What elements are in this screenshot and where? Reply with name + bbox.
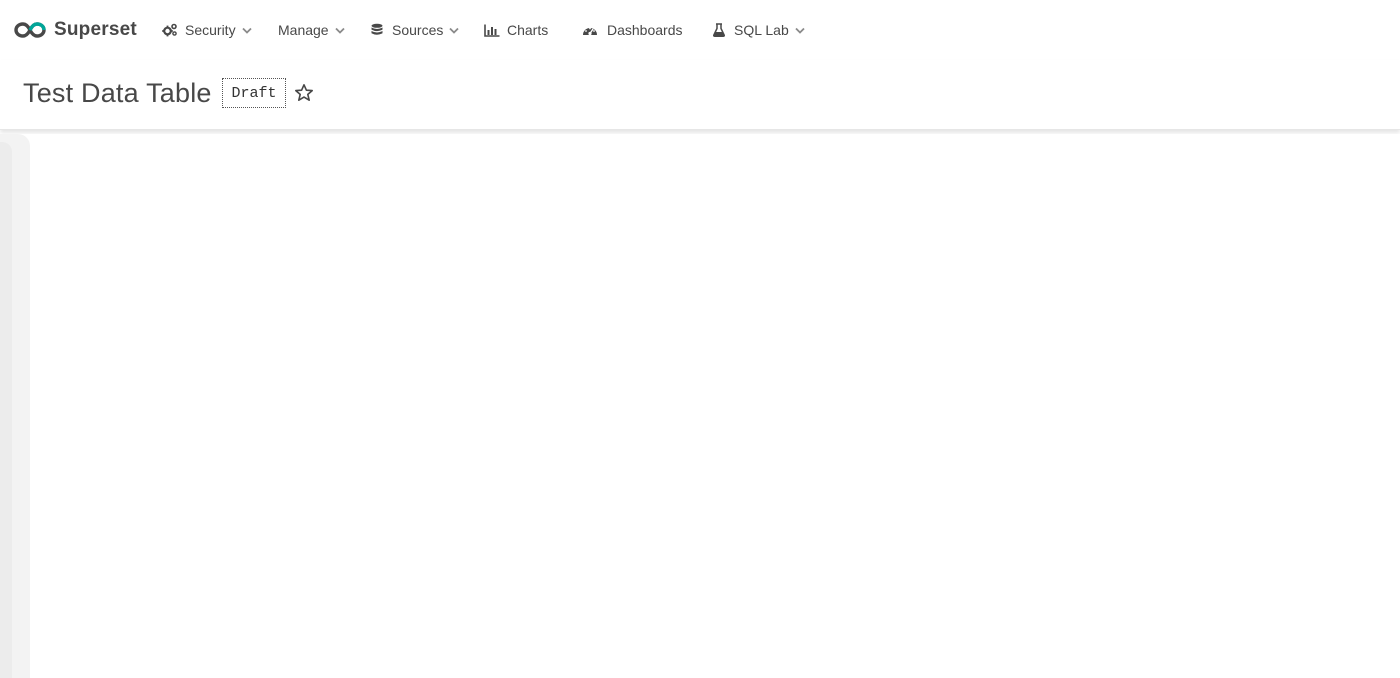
- nav-dashboards[interactable]: Dashboards: [582, 20, 683, 40]
- nav-manage[interactable]: Manage: [278, 20, 345, 40]
- nav-charts-label: Charts: [507, 22, 549, 38]
- database-icon: [369, 23, 385, 37]
- chevron-down-icon: [795, 25, 805, 35]
- brand-link[interactable]: Superset: [14, 18, 137, 42]
- nav-charts[interactable]: Charts: [484, 20, 548, 40]
- nav-dashboards-label: Dashboards: [607, 22, 683, 38]
- infinity-logo-icon: [14, 22, 46, 38]
- bar-chart-icon: [484, 23, 500, 37]
- status-badge[interactable]: Draft: [222, 78, 286, 108]
- cogs-icon: [162, 23, 178, 37]
- nav-sources-label: Sources: [392, 22, 444, 38]
- dashboard-grid-area: [30, 134, 1400, 678]
- dashboard-content: [0, 134, 1400, 678]
- dashboard-header: Test Data Table Draft: [0, 60, 1400, 130]
- nav-sql-lab-label: SQL Lab: [734, 22, 789, 38]
- nav-sql-lab[interactable]: SQL Lab: [711, 20, 805, 40]
- flask-icon: [711, 23, 727, 37]
- nav-security-label: Security: [185, 22, 236, 38]
- dashboard-gauge-icon: [582, 23, 598, 37]
- star-outline-icon[interactable]: [294, 83, 314, 103]
- page-title[interactable]: Test Data Table: [23, 77, 212, 109]
- top-navbar: Superset Security Manage Sources Charts …: [0, 0, 1400, 60]
- chevron-down-icon: [449, 25, 459, 35]
- nav-security[interactable]: Security: [162, 20, 252, 40]
- nav-manage-label: Manage: [278, 22, 329, 38]
- chevron-down-icon: [334, 25, 345, 35]
- brand-name: Superset: [54, 19, 137, 40]
- dashboard-left-rail: [0, 134, 30, 678]
- chevron-down-icon: [241, 25, 252, 35]
- dashboard-left-rail-inner: [0, 142, 12, 678]
- nav-sources[interactable]: Sources: [369, 20, 459, 40]
